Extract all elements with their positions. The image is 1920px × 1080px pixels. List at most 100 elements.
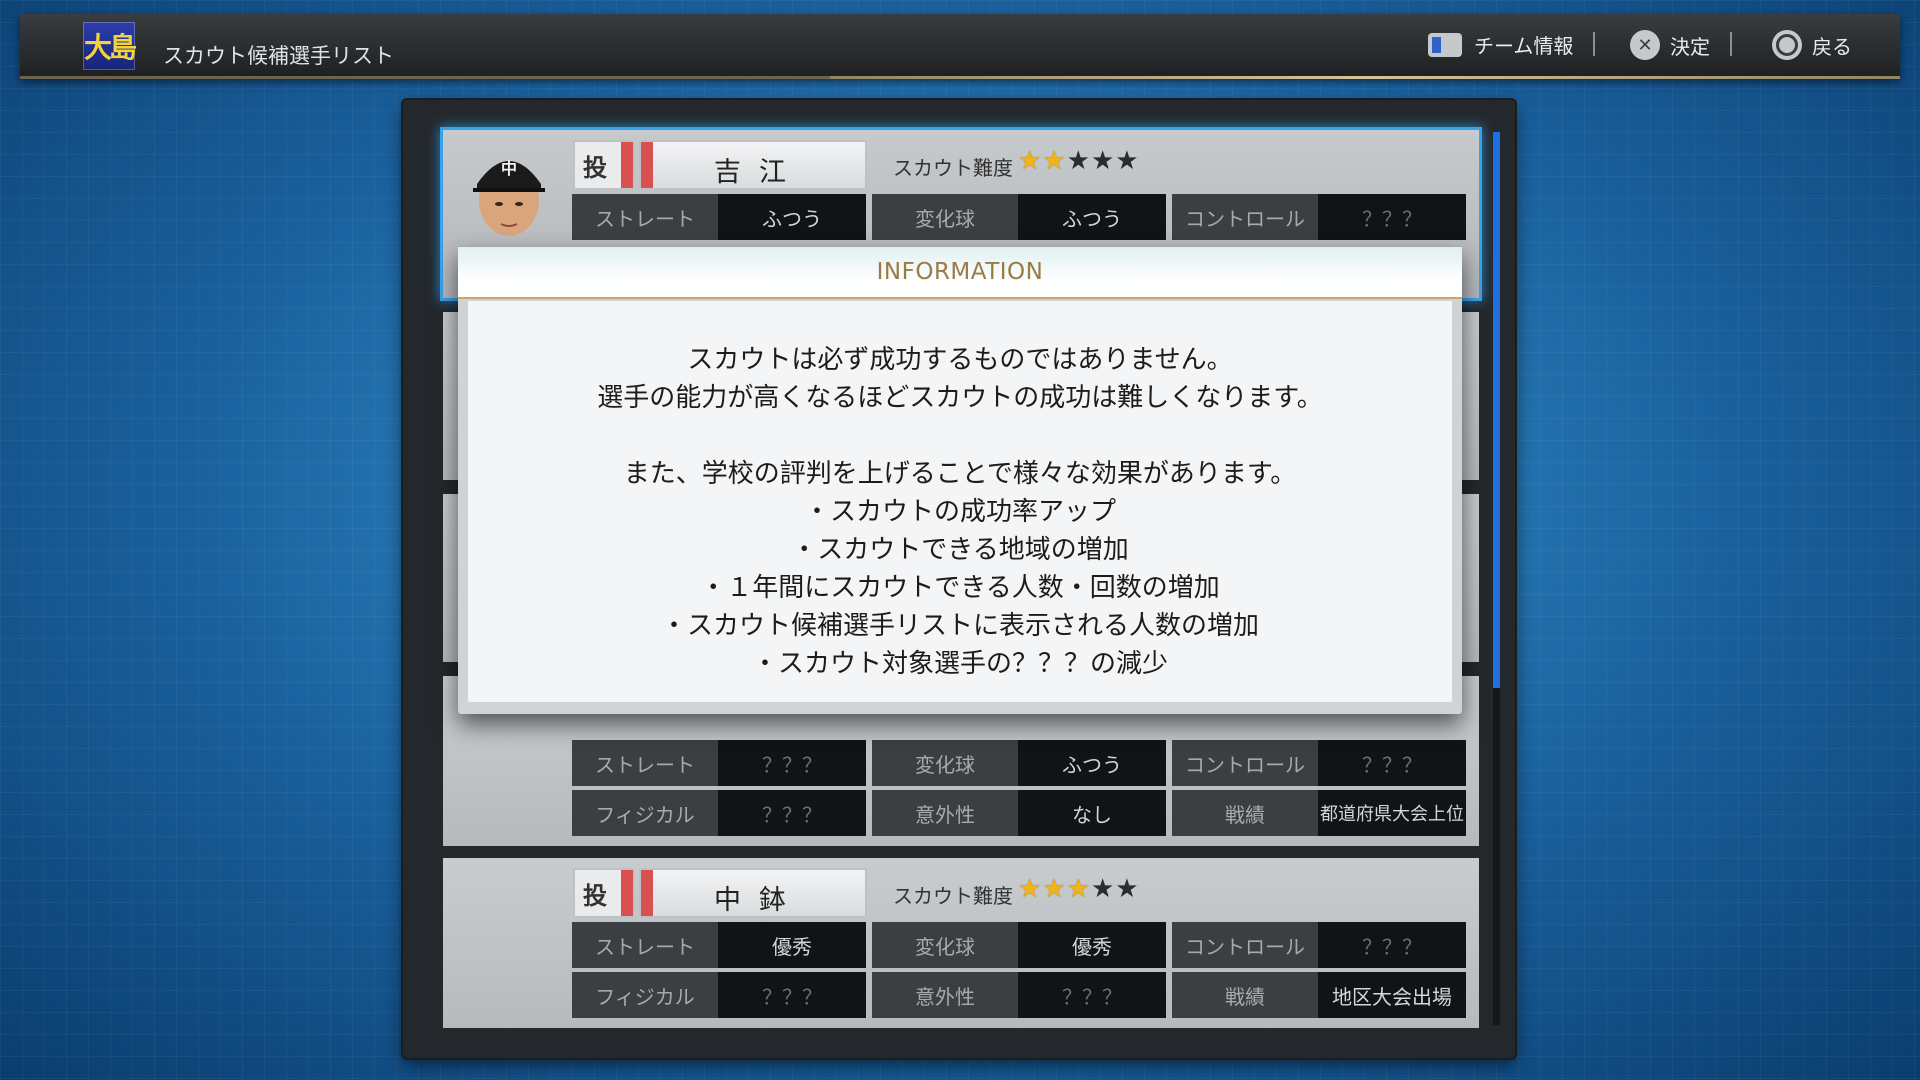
dialog-title: INFORMATION	[458, 247, 1462, 299]
touchpad-icon	[1428, 32, 1462, 57]
dialog-line: ・スカウトの成功率アップ	[803, 497, 1116, 527]
stat-label: 戦績	[1172, 972, 1318, 1018]
stat-unexpectedness: 意外性？？？	[872, 972, 1166, 1018]
divider	[1730, 32, 1732, 56]
stat-label: コントロール	[1172, 922, 1318, 968]
star-empty-icon: ★	[1115, 874, 1140, 904]
stat-label: 意外性	[872, 790, 1018, 836]
stat-record: 戦績 都道府県大会上位	[1172, 790, 1466, 836]
stat-label: フィジカル	[572, 790, 718, 836]
stat-value: なし	[1018, 790, 1166, 836]
stat-label: 意外性	[872, 972, 1018, 1018]
stat-label: ストレート	[572, 194, 718, 240]
stat-row: ストレート 優秀 変化球 優秀 コントロール？？？	[572, 922, 1466, 968]
star-empty-icon: ★	[1090, 874, 1116, 904]
scout-difficulty-label: スカウト難度	[893, 884, 1013, 908]
stat-value: ？？？	[1018, 972, 1166, 1018]
stat-value: 優秀	[718, 922, 866, 968]
stat-value: ？？？	[1318, 922, 1466, 968]
scout-difficulty-label: スカウト難度	[893, 156, 1013, 180]
header-accent-line	[830, 76, 1900, 79]
stat-breaking-ball: 変化球 ふつう	[872, 194, 1166, 240]
stat-row: フィジカル？？？ 意外性？？？ 戦績 地区大会出場	[572, 972, 1466, 1018]
stat-value: ？？？	[718, 972, 866, 1018]
stat-row: ストレート？？？ 変化球 ふつう コントロール？？？	[572, 740, 1466, 786]
stat-unexpectedness: 意外性 なし	[872, 790, 1166, 836]
stat-label: フィジカル	[572, 972, 718, 1018]
hint-back[interactable]: 戻る	[1772, 30, 1852, 60]
player-name-box: 中鉢	[639, 868, 867, 918]
stat-straight: ストレート？？？	[572, 740, 866, 786]
hint-back-label: 戻る	[1812, 34, 1852, 59]
stat-control: コントロール？？？	[1172, 194, 1466, 240]
difficulty-stars: ★★★★★	[1018, 146, 1140, 176]
position-label: 投	[583, 154, 607, 182]
star-filled-icon: ★	[1042, 874, 1067, 904]
stat-value: ？？？	[718, 740, 866, 786]
star-filled-icon: ★	[1042, 146, 1067, 176]
screen-title: スカウト候補選手リスト	[163, 44, 394, 68]
stat-value: ふつう	[718, 194, 866, 240]
dialog-line: 選手の能力が高くなるほどスカウトの成功は難しくなります。	[597, 383, 1323, 413]
stat-label: 変化球	[872, 740, 1018, 786]
stat-value: 地区大会出場	[1318, 972, 1466, 1018]
player-portrait: 中	[473, 159, 545, 236]
difficulty-stars: ★★★★★	[1018, 874, 1140, 904]
information-dialog[interactable]: INFORMATION スカウトは必ず成功するものではありません。 選手の能力が…	[458, 247, 1462, 714]
hint-team-info[interactable]: チーム情報	[1428, 30, 1596, 59]
star-empty-icon: ★	[1066, 146, 1091, 176]
star-empty-icon: ★	[1090, 146, 1116, 176]
star-filled-icon: ★	[1066, 874, 1091, 904]
stat-label: ストレート	[572, 922, 718, 968]
dialog-message: スカウトは必ず成功するものではありません。 選手の能力が高くなるほどスカウトの成…	[468, 341, 1452, 683]
stat-label: ストレート	[572, 740, 718, 786]
stat-value: 優秀	[1018, 922, 1166, 968]
scrollbar-thumb[interactable]	[1493, 132, 1500, 688]
dialog-line: スカウトは必ず成功するものではありません。	[687, 345, 1233, 375]
stat-value: ？？？	[1318, 740, 1466, 786]
hint-confirm-label: 決定	[1670, 34, 1710, 59]
stat-physical: フィジカル？？？	[572, 972, 866, 1018]
stat-label: 変化球	[872, 194, 1018, 240]
stat-physical: フィジカル？？？	[572, 790, 866, 836]
stat-value: ？？？	[718, 790, 866, 836]
school-badge: 大島	[83, 22, 137, 70]
dialog-line: ・１年間にスカウトできる人数・回数の増加	[700, 573, 1220, 603]
cross-button-icon: ✕	[1630, 30, 1660, 60]
top-bar: 大島 スカウト候補選手リスト チーム情報 ✕ 決定 戻る	[20, 14, 1900, 79]
dialog-line: ・スカウトできる地域の増加	[791, 535, 1129, 565]
star-filled-icon: ★	[1018, 146, 1043, 176]
stat-label: コントロール	[1172, 740, 1318, 786]
circle-button-icon	[1772, 30, 1802, 60]
stat-control: コントロール？？？	[1172, 922, 1466, 968]
stat-value: 都道府県大会上位	[1318, 790, 1466, 836]
position-tag: 投	[573, 140, 635, 190]
stat-breaking-ball: 変化球 ふつう	[872, 740, 1166, 786]
stat-control: コントロール？？？	[1172, 740, 1466, 786]
stat-row: フィジカル？？？ 意外性 なし 戦績 都道府県大会上位	[572, 790, 1466, 836]
stat-breaking-ball: 変化球 優秀	[872, 922, 1166, 968]
dialog-line	[468, 417, 1452, 455]
svg-text:中: 中	[501, 159, 517, 178]
dialog-body: スカウトは必ず成功するものではありません。 選手の能力が高くなるほどスカウトの成…	[468, 301, 1452, 702]
player-name: 中鉢	[714, 885, 804, 916]
stat-value: ふつう	[1018, 740, 1166, 786]
stat-label: 戦績	[1172, 790, 1318, 836]
dialog-line: ・スカウト候補選手リストに表示される人数の増加	[660, 611, 1259, 641]
stat-row: ストレート ふつう 変化球 ふつう コントロール？？？	[572, 194, 1466, 240]
star-filled-icon: ★	[1018, 874, 1043, 904]
dialog-line: ・スカウト対象選手の？？？の減少	[751, 649, 1168, 679]
stat-record: 戦績 地区大会出場	[1172, 972, 1466, 1018]
stat-value: ？？？	[1318, 194, 1466, 240]
player-name: 吉江	[714, 157, 804, 188]
player-card[interactable]: 投 中鉢 スカウト難度 ★★★★★ ストレート 優秀 変化球 優秀 コントロール？？…	[443, 858, 1479, 1028]
star-empty-icon: ★	[1115, 146, 1140, 176]
player-name-box: 吉江	[639, 140, 867, 190]
position-label: 投	[583, 882, 607, 910]
hint-confirm[interactable]: ✕ 決定	[1630, 30, 1732, 60]
position-tag: 投	[573, 868, 635, 918]
stat-value: ふつう	[1018, 194, 1166, 240]
dialog-line: また、学校の評判を上げることで様々な効果があります。	[623, 459, 1297, 489]
stat-label: 変化球	[872, 922, 1018, 968]
stat-straight: ストレート ふつう	[572, 194, 866, 240]
